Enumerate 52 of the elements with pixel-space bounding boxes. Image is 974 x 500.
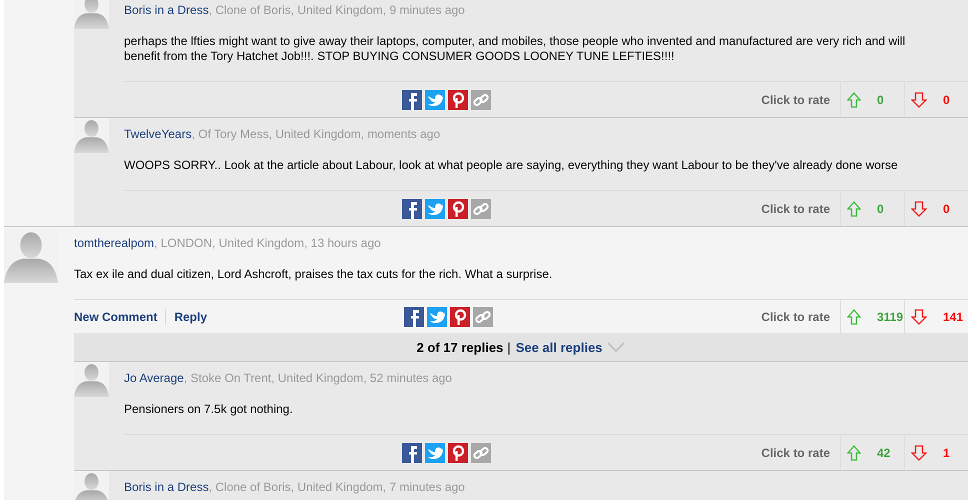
- comment-text: perhaps the lfties might want to give away their laptops, computer, and mobiles, those people who invented and manufactured are very rich and will benefit from the Tory Hatchet Job!!!. STOP BUYING CONSUMER GOODS LOONEY TUNE LEFTIES!!!!: [124, 34, 906, 64]
- downvote-count: 0: [943, 92, 950, 106]
- rate-label: Click to rate: [761, 446, 831, 460]
- rate-label: Click to rate: [761, 92, 831, 106]
- thumbs-down-arrow-icon: [911, 308, 927, 324]
- facebook-share-button[interactable]: [402, 90, 422, 110]
- facebook-share-button[interactable]: [404, 306, 424, 326]
- separator-mark: |: [507, 340, 511, 354]
- pinterest-share-button[interactable]: [450, 306, 470, 326]
- downvote-count: 0: [943, 202, 950, 216]
- see-all-replies-link[interactable]: See all replies: [516, 340, 602, 354]
- author-link[interactable]: tomtherealpom: [74, 236, 154, 250]
- facebook-share-button[interactable]: [402, 198, 422, 218]
- pinterest-share-button[interactable]: [448, 198, 468, 218]
- facebook-share-button[interactable]: [402, 442, 422, 462]
- thumbs-up-arrow-icon: [847, 444, 861, 460]
- twitter-share-button[interactable]: [425, 442, 445, 462]
- comment-details: , Clone of Boris, United Kingdom, 7 minutes ago: [208, 480, 465, 494]
- comment-text: WOOPS SORRY.. Look at the article about Labour, look at what people are saying, everything they want Labour to be they've already done worse: [124, 158, 899, 173]
- thumbs-up-arrow-icon: [847, 200, 861, 216]
- comment-text: Pensioners on 7.5k got nothing.: [124, 402, 294, 417]
- rate-label: Click to rate: [761, 310, 831, 324]
- thumbs-down-arrow-icon: [911, 444, 927, 460]
- upvote-count: 42: [877, 446, 890, 460]
- pinterest-share-button[interactable]: [448, 90, 468, 110]
- comment-details: , Clone of Boris, United Kingdom, 9 minutes ago: [208, 3, 465, 17]
- downvote-count: 141: [943, 310, 964, 324]
- comment-details: , Of Tory Mess, United Kingdom, moments ago: [192, 127, 440, 141]
- downvote-count: 1: [943, 446, 950, 460]
- twitter-share-button[interactable]: [427, 306, 447, 326]
- upvote-count: 0: [877, 92, 884, 106]
- comment-action-link[interactable]: New Comment: [74, 310, 158, 324]
- chevron-down-icon: [607, 342, 626, 352]
- author-link[interactable]: Boris in a Dress: [124, 480, 209, 494]
- comment-details: , Stoke On Trent, United Kingdom, 52 minutes ago: [184, 371, 452, 385]
- upvote-count: 0: [877, 202, 884, 216]
- upvote-count: 3119: [877, 310, 904, 324]
- thumbs-down-arrow-icon: [911, 200, 927, 216]
- twitter-share-button[interactable]: [425, 198, 445, 218]
- author-link[interactable]: TwelveYears: [124, 127, 192, 141]
- author-link[interactable]: Jo Average: [124, 371, 184, 385]
- pinterest-share-button[interactable]: [448, 442, 468, 462]
- comment-text: Tax ex ile and dual citizen, Lord Ashcroft, praises the tax cuts for the rich. What a surprise.: [74, 267, 554, 282]
- thumbs-up-arrow-icon: [847, 92, 861, 108]
- twitter-share-button[interactable]: [425, 90, 445, 110]
- author-link[interactable]: Boris in a Dress: [124, 3, 209, 17]
- reply-count: 2 of 17 replies: [416, 340, 504, 354]
- thumbs-down-arrow-icon: [911, 92, 927, 108]
- thumbs-up-arrow-icon: [847, 308, 861, 324]
- rate-label: Click to rate: [761, 202, 831, 216]
- comment-action-link[interactable]: Reply: [174, 310, 208, 324]
- comment-details: , LONDON, United Kingdom, 13 hours ago: [154, 236, 381, 250]
